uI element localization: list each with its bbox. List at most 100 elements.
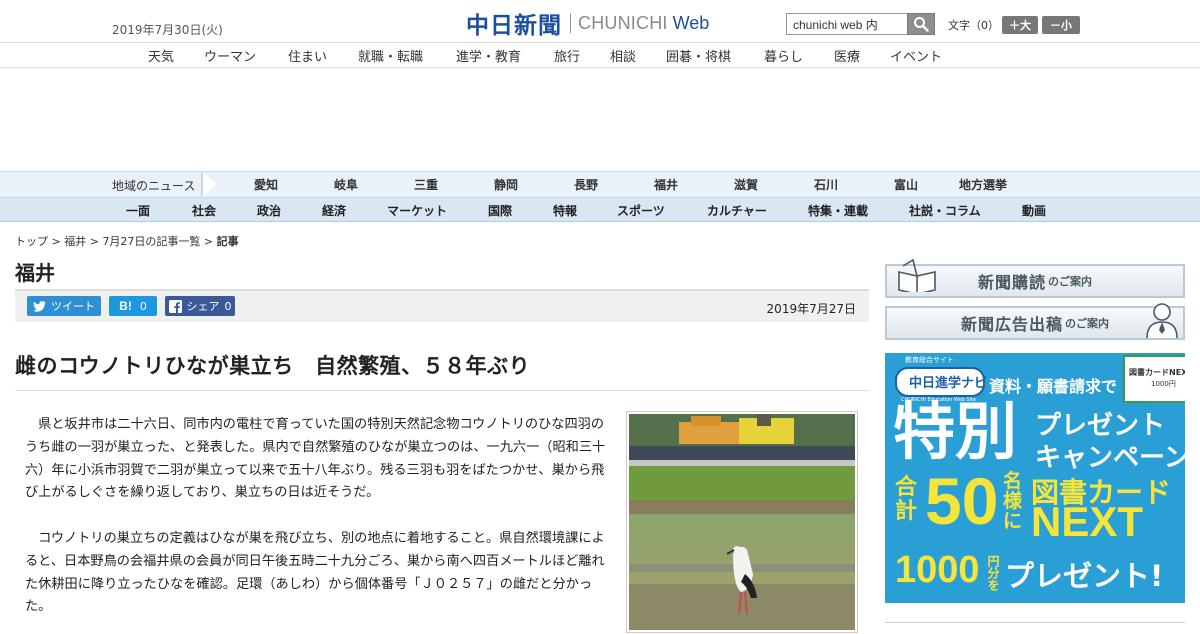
section-nav-item[interactable]: 動画 <box>1022 202 1046 219</box>
section-nav-item[interactable]: スポーツ <box>617 202 665 219</box>
article-paragraph: 県と坂井市は二十六日、同市内の電柱で育っていた国の特別天然記念物コウノトリのひな… <box>25 417 606 501</box>
article-headline: 雌のコウノトリひなが巣立ち 自然繁殖、５８年ぶり <box>15 354 531 378</box>
section-nav-item[interactable]: カルチャー <box>707 202 767 219</box>
section-nav-item[interactable]: 国際 <box>488 202 512 219</box>
top-nav-item[interactable]: 住まい <box>288 46 327 65</box>
promo-present: プレゼント! <box>1005 559 1164 593</box>
promo-count: 50 <box>925 464 999 538</box>
top-nav-item[interactable]: 暮らし <box>764 46 803 65</box>
logo-divider <box>570 13 571 33</box>
subscribe-banner-sub: のご案内 <box>1048 275 1092 288</box>
breadcrumb-current: 記事 <box>216 235 239 248</box>
search-button[interactable] <box>907 13 935 35</box>
breadcrumb-top[interactable]: トップ <box>15 235 48 248</box>
region-nav-item[interactable]: 愛知 <box>254 176 278 193</box>
advertise-banner[interactable]: 新聞広告出稿 のご案内 <box>885 303 1185 340</box>
logo-web: Web <box>672 12 710 33</box>
region-nav-arrow-inner <box>203 172 217 197</box>
promo-next: NEXT <box>1031 498 1144 545</box>
tweet-button[interactable]: ツイート <box>27 296 101 316</box>
logo-kanji: 中日新聞 <box>466 12 562 39</box>
section-nav-item[interactable]: 一面 <box>126 202 150 219</box>
breadcrumb-list[interactable]: 7月27日の記事一覧 <box>102 235 200 248</box>
top-ad-space <box>0 68 1200 171</box>
tweet-label: ツイート <box>51 300 95 313</box>
hatena-count: 0 <box>139 299 147 313</box>
search-input[interactable] <box>786 13 913 35</box>
promo-badge-small: 教育総合サイト <box>905 356 954 364</box>
section-nav-item[interactable]: 社会 <box>192 202 216 219</box>
region-nav-item[interactable]: 岐阜 <box>334 176 358 193</box>
facebook-share-button[interactable]: シェア 0 <box>165 296 235 316</box>
book-card-label: 図書カードNEXT <box>1129 368 1185 377</box>
promo-amount: 1000 <box>895 549 980 591</box>
promo-yen: 円分を <box>986 555 1000 591</box>
subscribe-banner-title: 新聞購読 <box>977 273 1046 292</box>
region-nav-item[interactable]: 富山 <box>894 176 918 193</box>
article-photo[interactable] <box>626 411 858 633</box>
top-nav-item[interactable]: 天気 <box>148 46 174 65</box>
breadcrumb: トップ > 福井 > 7月27日の記事一覧 > 記事 <box>15 233 239 249</box>
region-nav-item[interactable]: 地方選挙 <box>959 176 1007 193</box>
section-nav-item[interactable]: 経済 <box>322 202 346 219</box>
region-nav: 地域のニュース 愛知 岐阜 三重 静岡 長野 福井 滋賀 石川 富山 地方選挙 <box>0 171 1200 198</box>
breadcrumb-sep: > <box>48 235 65 248</box>
section-nav-item[interactable]: 政治 <box>257 202 281 219</box>
hatena-bookmark-button[interactable]: B! 0 <box>109 296 157 316</box>
breadcrumb-sep: > <box>86 235 103 248</box>
headline-divider <box>15 390 869 391</box>
book-card-amount: 1000円 <box>1151 380 1176 388</box>
top-nav: 天気 ウーマン 住まい 就職・転職 進学・教育 旅行 相談 囲碁・将棋 暮らし … <box>0 42 1200 68</box>
promo-line1: 資料・願書請求で <box>989 377 1118 396</box>
book-card-graphic: 図書カードNEXT 1000円 <box>1123 355 1185 403</box>
stork-photo-image <box>629 414 855 630</box>
search-icon <box>914 17 929 32</box>
book-icon <box>898 258 936 292</box>
font-size-label: 文字（0） <box>948 19 999 32</box>
promo-people3: に <box>1003 510 1023 532</box>
section-nav-item[interactable]: 特報 <box>553 202 577 219</box>
promo-campaign2: キャンペーン <box>1035 443 1185 473</box>
region-nav-item[interactable]: 石川 <box>814 176 838 193</box>
header-date: 2019年7月30日(火) <box>112 23 223 37</box>
fb-share-label: シェア <box>186 300 220 313</box>
region-nav-item[interactable]: 滋賀 <box>734 176 758 193</box>
promo-ad-banner[interactable]: 中日進学ナビ 教育総合サイト CHUNICHI Education Web Si… <box>885 353 1185 603</box>
top-nav-item[interactable]: 就職・転職 <box>358 46 423 65</box>
section-nav-item[interactable]: 特集・連載 <box>808 202 868 219</box>
font-larger-button[interactable]: ＋大 <box>1002 16 1038 34</box>
promo-badge-text: 中日進学ナビ <box>909 376 988 391</box>
twitter-bird-icon <box>33 300 46 312</box>
region-nav-item[interactable]: 静岡 <box>494 176 518 193</box>
breadcrumb-region[interactable]: 福井 <box>64 235 86 248</box>
logo-latin: CHUNICHI <box>578 12 668 33</box>
article-paragraph: コウノトリの巣立ちの定義はひなが巣を飛び立ち、別の地点に着地すること。県自然環境… <box>25 531 605 615</box>
top-nav-item[interactable]: 旅行 <box>554 46 580 65</box>
promo-people1: 名 <box>1003 470 1023 492</box>
promo-badge: 中日進学ナビ <box>895 367 988 397</box>
promo-sum1: 合 <box>895 475 918 500</box>
region-nav-title: 地域のニュース <box>112 179 196 193</box>
top-nav-item[interactable]: 医療 <box>834 46 860 65</box>
share-bar: ツイート B! 0 シェア 0 2019年7月27日 <box>15 289 869 322</box>
top-nav-item[interactable]: 進学・教育 <box>456 46 521 65</box>
region-nav-item[interactable]: 長野 <box>574 176 598 193</box>
facebook-icon <box>168 299 182 313</box>
section-nav-item[interactable]: マーケット <box>387 202 447 219</box>
sidebar-divider <box>885 622 1185 623</box>
section-nav: 一面 社会 政治 経済 マーケット 国際 特報 スポーツ カルチャー 特集・連載… <box>0 198 1200 222</box>
fb-share-count: 0 <box>224 299 232 313</box>
top-nav-item[interactable]: 相談 <box>610 46 636 65</box>
subscribe-banner[interactable]: 新聞購読 のご案内 <box>885 258 1185 298</box>
top-nav-item[interactable]: イベント <box>890 46 942 65</box>
advertise-banner-sub: のご案内 <box>1065 317 1109 330</box>
top-nav-item[interactable]: ウーマン <box>204 46 256 65</box>
region-nav-item[interactable]: 福井 <box>654 176 678 193</box>
section-nav-item[interactable]: 社説・コラム <box>909 202 981 219</box>
page-title: 福井 <box>15 261 55 285</box>
top-nav-item[interactable]: 囲碁・将棋 <box>666 46 731 65</box>
font-smaller-button[interactable]: －小 <box>1042 16 1080 34</box>
person-icon <box>1146 303 1178 338</box>
site-logo[interactable]: 中日新聞 CHUNICHI Web <box>466 8 710 39</box>
region-nav-item[interactable]: 三重 <box>414 176 438 193</box>
